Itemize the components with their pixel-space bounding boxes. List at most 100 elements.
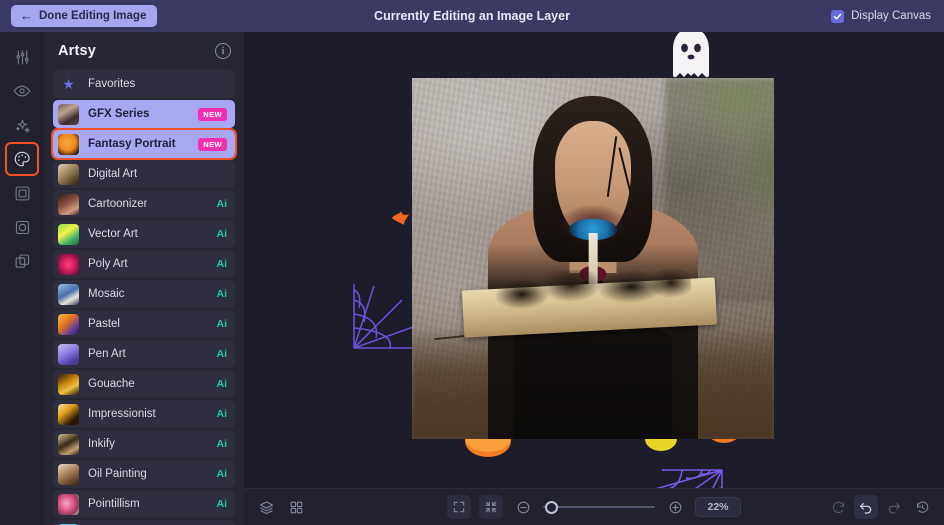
- effect-thumbnail: [58, 493, 79, 515]
- effect-thumbnail: [58, 223, 79, 245]
- ai-badge: Ai: [216, 438, 228, 450]
- effects-list[interactable]: ★ Favorites GFX Series NEW Fantasy Portrait N…: [44, 70, 244, 525]
- list-item-label: Pen Art: [88, 348, 126, 360]
- left-arrow-icon: ←: [20, 8, 33, 23]
- rail-item-frame[interactable]: [7, 178, 37, 208]
- history-controls: [826, 495, 934, 519]
- rail-item-eye[interactable]: [7, 76, 37, 106]
- list-item-label: Favorites: [88, 78, 136, 90]
- new-badge: NEW: [198, 107, 227, 121]
- effect-thumbnail: [58, 163, 79, 185]
- fit-to-screen-icon[interactable]: [447, 495, 472, 519]
- new-badge: NEW: [198, 137, 227, 151]
- history-icon[interactable]: [910, 495, 934, 519]
- list-item-label: Pastel: [88, 318, 120, 330]
- list-item-label: GFX Series: [88, 108, 150, 120]
- list-item[interactable]: SketcherAi: [53, 520, 235, 525]
- undo-icon[interactable]: [854, 495, 878, 519]
- list-item[interactable]: Inkify Ai: [53, 430, 235, 458]
- image-layer-photo[interactable]: [412, 78, 774, 439]
- layers-icon[interactable]: [254, 495, 278, 519]
- rail-item-adjust[interactable]: [7, 42, 37, 72]
- zoom-slider-handle[interactable]: [545, 500, 559, 514]
- list-item[interactable]: Pen Art Ai: [53, 340, 235, 368]
- list-item[interactable]: GFX Series NEW: [53, 100, 235, 128]
- rail-item-effects[interactable]: [7, 110, 37, 140]
- panel-title: Artsy: [58, 43, 97, 59]
- zoom-in-icon[interactable]: [663, 495, 687, 519]
- zoom-out-icon[interactable]: [511, 495, 535, 519]
- list-item[interactable]: Oil Painting Ai: [53, 460, 235, 488]
- list-item-label: Impressionist: [88, 408, 156, 420]
- effect-thumbnail: [58, 103, 79, 125]
- reset-icon[interactable]: [826, 495, 850, 519]
- rail-item-transform[interactable]: [7, 212, 37, 242]
- list-item-label: Inkify: [88, 438, 115, 450]
- list-item-label: Gouache: [88, 378, 135, 390]
- grid-icon[interactable]: [284, 495, 308, 519]
- list-item[interactable]: Impressionist Ai: [53, 400, 235, 428]
- list-item-label: Vector Art: [88, 228, 138, 240]
- redo-icon[interactable]: [882, 495, 906, 519]
- list-item-label: Oil Painting: [88, 468, 147, 480]
- list-item-label: Fantasy Portrait: [88, 138, 176, 150]
- list-item-label: Mosaic: [88, 288, 125, 300]
- bottom-toolbar: 22%: [244, 488, 944, 525]
- ai-badge: Ai: [216, 288, 228, 300]
- ai-badge: Ai: [216, 258, 228, 270]
- effect-thumbnail: [58, 253, 79, 275]
- list-item-label: Cartoonizer: [88, 198, 148, 210]
- panel-header: Artsy i: [44, 32, 244, 70]
- rail-item-palette[interactable]: [5, 142, 39, 176]
- effect-thumbnail: [58, 193, 79, 215]
- ai-badge: Ai: [216, 348, 228, 360]
- list-item-label: Poly Art: [88, 258, 128, 270]
- effect-thumbnail: [58, 373, 79, 395]
- effect-thumbnail: [58, 463, 79, 485]
- image-layer-stage[interactable]: [353, 78, 774, 525]
- list-item[interactable]: Gouache Ai: [53, 370, 235, 398]
- ai-badge: Ai: [216, 408, 228, 420]
- ai-badge: Ai: [216, 498, 228, 510]
- zoom-slider[interactable]: [543, 499, 656, 515]
- effect-thumbnail: [58, 343, 79, 365]
- top-bar: ← Done Editing Image Currently Editing a…: [0, 0, 944, 32]
- effect-thumbnail: [58, 283, 79, 305]
- ai-badge: Ai: [216, 318, 228, 330]
- editor-body: Artsy i ★ Favorites GFX Series NEW Fantasy P…: [0, 32, 944, 525]
- zoom-slider-track: [543, 506, 656, 508]
- zoom-level-value[interactable]: 22%: [695, 497, 741, 517]
- info-icon[interactable]: i: [215, 43, 231, 59]
- ai-badge: Ai: [216, 228, 228, 240]
- list-item-label: Pointillism: [88, 498, 140, 510]
- list-item[interactable]: Fantasy Portrait NEW: [51, 128, 237, 160]
- list-item[interactable]: Pastel Ai: [53, 310, 235, 338]
- rail-item-duplicate-layers[interactable]: [7, 246, 37, 276]
- list-item[interactable]: Poly Art Ai: [53, 250, 235, 278]
- effect-thumbnail: [58, 133, 79, 155]
- shrink-icon[interactable]: [479, 495, 504, 519]
- done-editing-image-label: Done Editing Image: [39, 10, 147, 22]
- done-editing-image-button[interactable]: ← Done Editing Image: [11, 5, 158, 27]
- tool-rail: [0, 32, 44, 525]
- ai-badge: Ai: [216, 468, 228, 480]
- display-canvas-checkbox[interactable]: [831, 9, 845, 23]
- effect-thumbnail: [58, 403, 79, 425]
- list-item[interactable]: ★ Favorites: [53, 70, 235, 98]
- list-item-label: Digital Art: [88, 168, 138, 180]
- image-editor-app: ← Done Editing Image Currently Editing a…: [0, 0, 944, 525]
- display-canvas-label: Display Canvas: [851, 10, 931, 22]
- list-item[interactable]: Digital Art: [53, 160, 235, 188]
- effect-thumbnail: [58, 313, 79, 335]
- list-item[interactable]: Pointillism Ai: [53, 490, 235, 518]
- list-item[interactable]: Mosaic Ai: [53, 280, 235, 308]
- display-canvas-toggle[interactable]: Display Canvas: [831, 9, 931, 23]
- canvas-area[interactable]: [244, 32, 944, 525]
- ai-badge: Ai: [216, 198, 228, 210]
- list-item[interactable]: Cartoonizer Ai: [53, 190, 235, 218]
- list-item[interactable]: Vector Art Ai: [53, 220, 235, 248]
- effects-panel: Artsy i ★ Favorites GFX Series NEW Fantasy P…: [44, 32, 244, 525]
- ai-badge: Ai: [216, 378, 228, 390]
- effect-thumbnail: [58, 433, 79, 455]
- star-icon: ★: [62, 75, 75, 92]
